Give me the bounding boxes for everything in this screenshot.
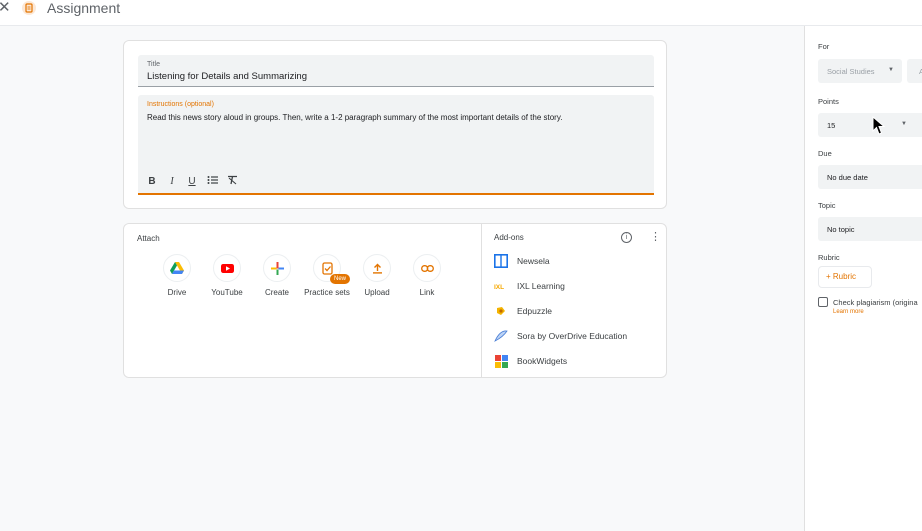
due-date-select[interactable]: No due date — [818, 165, 922, 189]
attach-link-circle — [413, 254, 441, 282]
attach-link-label: Link — [419, 288, 435, 297]
rubric-label: Rubric — [818, 253, 840, 262]
svg-text:IXL: IXL — [494, 284, 504, 290]
addon-bookwidgets[interactable]: BookWidgets — [494, 353, 664, 369]
more-vert-icon[interactable]: ⋮ — [650, 230, 661, 244]
attach-upload-button[interactable]: Upload — [353, 254, 401, 298]
underline-button[interactable]: U — [182, 175, 202, 189]
plagiarism-checkbox-label: Check plagiarism (origina — [833, 298, 918, 307]
points-select-value: 15 — [827, 121, 836, 130]
attach-drive-label: Drive — [167, 288, 187, 297]
top-bar: ✕ Assignment — [0, 0, 922, 26]
attach-drive-button[interactable]: Drive — [153, 254, 201, 298]
addon-sora-label: Sora by OverDrive Education — [517, 331, 628, 341]
addon-newsela[interactable]: Newsela — [494, 253, 664, 269]
bold-button[interactable]: B — [142, 175, 162, 189]
addon-edpuzzle[interactable]: Edpuzzle — [494, 303, 664, 319]
attach-link-button[interactable]: Link — [403, 254, 451, 298]
link-icon — [420, 264, 434, 272]
addon-sora[interactable]: Sora by OverDrive Education — [494, 328, 664, 344]
bulleted-list-icon — [207, 176, 218, 184]
topic-value: No topic — [827, 225, 855, 234]
class-select[interactable]: Social Studies ▼ — [818, 59, 902, 83]
assignment-icon — [22, 1, 36, 15]
practice-sets-icon — [321, 261, 333, 275]
newsela-icon — [494, 254, 508, 268]
youtube-icon — [220, 263, 234, 273]
addon-bookwidgets-label: BookWidgets — [517, 356, 568, 366]
plagiarism-checkbox[interactable] — [818, 297, 828, 307]
italic-button[interactable]: I — [162, 175, 182, 189]
sora-icon — [494, 329, 508, 343]
attachments-card: Attach Drive YouTube Create New Practice… — [123, 223, 667, 378]
attach-drive-circle — [163, 254, 191, 282]
for-label: For — [818, 42, 830, 51]
attach-practice-sets-button[interactable]: New Practice sets — [303, 254, 351, 298]
ixl-icon: IXL — [494, 279, 508, 293]
title-field[interactable]: Title Listening for Details and Summariz… — [138, 55, 654, 87]
bookwidgets-icon — [494, 354, 508, 368]
due-label: Due — [818, 149, 832, 158]
mouse-cursor-icon — [872, 116, 886, 135]
add-rubric-button[interactable]: + Rubric — [818, 266, 872, 288]
points-select[interactable]: 15 ▼ — [818, 113, 922, 137]
edpuzzle-icon — [494, 304, 508, 318]
instructions-field-label: Instructions (optional) — [147, 101, 214, 108]
formatting-toolbar: B I U — [142, 175, 242, 189]
assignment-details-card: Title Listening for Details and Summariz… — [123, 40, 667, 209]
new-badge: New — [330, 274, 351, 284]
attach-practice-sets-label: Practice sets — [304, 288, 350, 297]
due-date-value: No due date — [827, 173, 868, 182]
addon-ixl-label: IXL Learning — [517, 281, 565, 291]
instructions-field[interactable]: Instructions (optional) Read this news s… — [138, 95, 654, 195]
class-select-value: Social Studies — [827, 67, 875, 76]
page-title: Assignment — [47, 0, 121, 16]
upload-icon — [372, 263, 382, 274]
attach-create-button[interactable]: Create — [253, 254, 301, 298]
addon-ixl[interactable]: IXL IXL Learning — [494, 278, 664, 294]
close-icon[interactable]: ✕ — [0, 0, 11, 15]
clear-formatting-button[interactable] — [222, 175, 242, 189]
addon-newsela-label: Newsela — [517, 256, 550, 266]
learn-more-link[interactable]: Learn more — [833, 309, 864, 315]
title-input-value[interactable]: Listening for Details and Summarizing — [147, 71, 307, 82]
plus-icon — [270, 261, 284, 275]
instructions-input-value[interactable]: Read this news story aloud in groups. Th… — [147, 113, 647, 122]
students-select[interactable]: A — [907, 59, 922, 83]
attach-create-label: Create — [264, 288, 289, 297]
info-icon[interactable]: i — [621, 232, 632, 243]
clear-formatting-icon — [227, 175, 237, 185]
chevron-down-icon: ▼ — [901, 121, 907, 127]
attach-create-circle — [263, 254, 291, 282]
topic-label: Topic — [818, 201, 836, 210]
attach-youtube-button[interactable]: YouTube — [203, 254, 251, 298]
title-field-label: Title — [147, 61, 160, 68]
chevron-down-icon: ▼ — [888, 67, 894, 73]
settings-side-panel: For Social Studies ▼ A Points 15 ▼ Due N… — [804, 26, 922, 531]
attach-practice-sets-circle: New — [313, 254, 351, 284]
attach-upload-label: Upload — [364, 288, 390, 297]
attach-heading: Attach — [137, 234, 160, 243]
attach-youtube-label: YouTube — [211, 288, 243, 297]
topic-select[interactable]: No topic — [818, 217, 922, 241]
drive-icon — [170, 262, 184, 274]
bulleted-list-button[interactable] — [202, 175, 222, 189]
attach-upload-circle — [363, 254, 391, 282]
attach-youtube-circle — [213, 254, 241, 282]
addon-edpuzzle-label: Edpuzzle — [517, 306, 552, 316]
points-label: Points — [818, 97, 839, 106]
addons-panel: Add-ons i ⋮ Newsela IXL IXL Learning Edp… — [481, 224, 667, 377]
addons-heading: Add-ons — [494, 233, 524, 242]
